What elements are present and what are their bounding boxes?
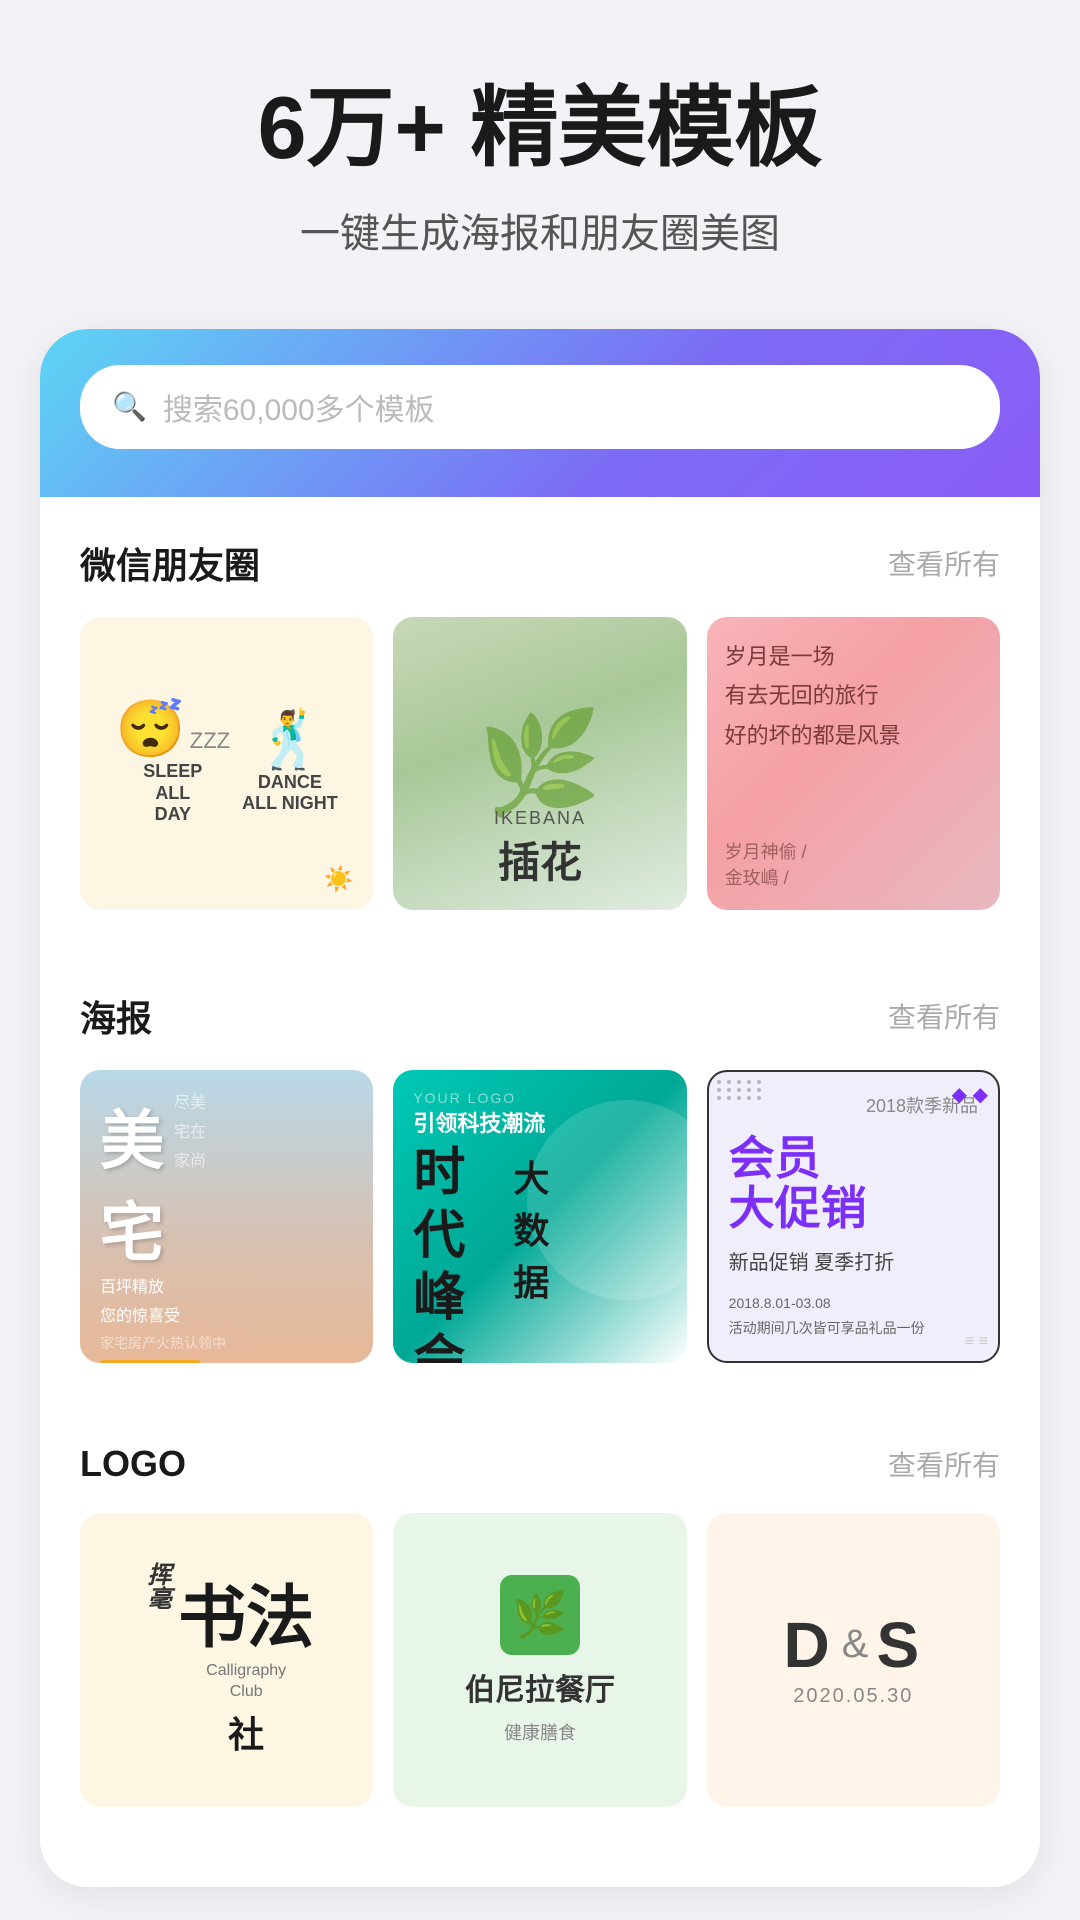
logo-section-header: LOGO 查看所有 (80, 1443, 1000, 1485)
search-bar[interactable]: 🔍 搜索60,000多个模板 (80, 365, 1000, 449)
poem-text: 岁月是一场 有去无回的旅行 好的坏的都是风景 (725, 637, 982, 756)
poster-member-detail: 2018.8.01-03.08 活动期间几次皆可享品礼品一份 (729, 1291, 978, 1341)
calligraphy-brush-cn: 挥毫 (139, 1562, 174, 1610)
logo-card-calligraphy[interactable]: 挥毫 书法 Calligraphy Club 社 (80, 1513, 373, 1806)
ikebana-cn-text: 插花 (393, 829, 686, 890)
search-header: 🔍 搜索60,000多个模板 (40, 329, 1040, 497)
logo-card-restaurant[interactable]: 🌿 伯尼拉餐厅 健康膳食 (393, 1513, 686, 1806)
poem-author: 岁月神偷 / 金玫嶋 / (725, 838, 807, 890)
poster-template-grid: 美宅 尽美宅在家尚 百坪精放您的惊喜受 家宅房产火热认领中 YOURLOGO Y… (80, 1070, 1000, 1363)
dance-label: DANCEALL NIGHT (242, 772, 338, 815)
poster-view-all-button[interactable]: 查看所有 (888, 996, 1000, 1036)
poster-meizhai-top: 美宅 尽美宅在家尚 (100, 1090, 353, 1274)
dance-person: 🕺 DANCEALL NIGHT (242, 712, 338, 815)
yourlogo-badge: YOURLOGO (100, 1360, 201, 1363)
wechat-section: 微信朋友圈 查看所有 😴 ZZZ SLEEPALLDAY 🕺 DANC (40, 497, 1040, 910)
wechat-card-ikebana[interactable]: 🌿 IKEBANA 插花 (393, 617, 686, 910)
calligraphy-cn-last: 社 (228, 1706, 264, 1758)
poster-bigdata-main: 引领科技潮流 时代峰会 大数据 (413, 1106, 666, 1363)
wechat-template-grid: 😴 ZZZ SLEEPALLDAY 🕺 DANCEALL NIGHT ☀️ 🌿 (80, 617, 1000, 910)
poster-section-title: 海报 (80, 990, 152, 1042)
poster-card-member[interactable]: 2018款季新品 会员大促销 新品促销 夏季打折 2018.8.01-03.08… (707, 1070, 1000, 1363)
poster-meizhai-sidenotes: 尽美宅在家尚 (174, 1090, 206, 1176)
calligraphy-content: 挥毫 书法 Calligraphy Club 社 (139, 1562, 314, 1759)
sun-decoration: ☀️ (323, 865, 353, 894)
search-icon: 🔍 (112, 393, 147, 421)
poster-meizhai-desc: 百坪精放您的惊喜受 (100, 1274, 353, 1332)
sleep-dance-inner: 😴 ZZZ SLEEPALLDAY 🕺 DANCEALL NIGHT (116, 701, 338, 826)
calligraphy-chinese: 挥毫 (139, 1562, 174, 1615)
poster-meizhai-bottom: 家宅房产火热认领中 YOURLOGO (100, 1332, 353, 1364)
logo-section-title: LOGO (80, 1443, 186, 1485)
dance-emoji: 🕺 (255, 712, 325, 768)
brand-ampersand: & (842, 1622, 869, 1667)
calligraphy-cn-big: 书法 (178, 1562, 314, 1661)
logo-card-brand[interactable]: D & S 2020.05.30 (707, 1513, 1000, 1806)
zzz-decoration: ZZZ (190, 728, 230, 753)
hero-subtitle: 一键生成海报和朋友圈美图 (60, 201, 1020, 259)
dot-decoration (717, 1080, 763, 1100)
logo-view-all-button[interactable]: 查看所有 (888, 1444, 1000, 1484)
restaurant-subtitle: 健康膳食 (504, 1719, 576, 1745)
poster-member-sub: 新品促销 夏季打折 (729, 1249, 978, 1277)
poster-card-meizhai[interactable]: 美宅 尽美宅在家尚 百坪精放您的惊喜受 家宅房产火热认领中 YOURLOGO (80, 1070, 373, 1363)
brand-letters-wrap: D & S (784, 1613, 924, 1677)
lines-decoration: ≡ ≡ (965, 1333, 988, 1351)
ikebana-text: IKEBANA 插花 (393, 808, 686, 890)
leaf-icon: 🌿 (500, 1575, 580, 1655)
diamond-icon: ◆ ◆ (952, 1082, 988, 1107)
poem-bottom: 岁月神偷 / 金玫嶋 / (725, 838, 982, 890)
brand-date: 2020.05.30 (793, 1685, 913, 1708)
brand-letter-s: S (876, 1613, 923, 1677)
poster-member-top: 2018款季新品 (729, 1092, 978, 1118)
poster-bigdata-sub: 大数据 (513, 1150, 549, 1306)
wechat-section-title: 微信朋友圈 (80, 537, 260, 589)
wechat-view-all-button[interactable]: 查看所有 (888, 543, 1000, 583)
app-card: 🔍 搜索60,000多个模板 微信朋友圈 查看所有 😴 ZZZ SLEEPALL… (40, 329, 1040, 1887)
calligraphy-right: 书法 Calligraphy Club 社 (178, 1562, 314, 1759)
logo-template-grid: 挥毫 书法 Calligraphy Club 社 🌿 伯尼拉餐厅 (80, 1513, 1000, 1806)
search-placeholder-text: 搜索60,000多个模板 (163, 385, 968, 429)
poster-section-header: 海报 查看所有 (80, 990, 1000, 1042)
sleep-person: 😴 ZZZ SLEEPALLDAY (116, 701, 231, 826)
poster-bigdata-logo: YOUR LOGO (413, 1090, 666, 1106)
wechat-card-poem[interactable]: 岁月是一场 有去无回的旅行 好的坏的都是风景 岁月神偷 / 金玫嶋 / (707, 617, 1000, 910)
restaurant-name: 伯尼拉餐厅 (465, 1665, 615, 1709)
poster-bigdata-tag: 引领科技潮流 (413, 1106, 666, 1138)
hero-section: 6万+ 精美模板 一键生成海报和朋友圈美图 (0, 0, 1080, 309)
sleep-label: SLEEPALLDAY (143, 761, 202, 826)
poster-meizhai-title: 美宅 (100, 1090, 166, 1274)
sleep-emoji: 😴 (116, 697, 186, 760)
poster-card-bigdata[interactable]: YOUR LOGO 引领科技潮流 时代峰会 大数据 www.reallypeop… (393, 1070, 686, 1363)
wechat-card-sleep-dance[interactable]: 😴 ZZZ SLEEPALLDAY 🕺 DANCEALL NIGHT ☀️ (80, 617, 373, 910)
calligraphy-en: Calligraphy Club (206, 1661, 286, 1703)
ikebana-leaf: 🌿 (478, 705, 603, 822)
ikebana-en-text: IKEBANA (393, 808, 686, 829)
hero-title: 6万+ 精美模板 (60, 80, 1020, 177)
logo-section: LOGO 查看所有 挥毫 书法 Calligraphy Club 社 (40, 1403, 1040, 1806)
poster-member-title: 会员大促销 (729, 1133, 978, 1234)
brand-letter-d: D (784, 1613, 834, 1677)
wechat-section-header: 微信朋友圈 查看所有 (80, 537, 1000, 589)
poster-section: 海报 查看所有 美宅 尽美宅在家尚 百坪精放您的惊喜受 家宅房产火热认领中 YO… (40, 950, 1040, 1363)
